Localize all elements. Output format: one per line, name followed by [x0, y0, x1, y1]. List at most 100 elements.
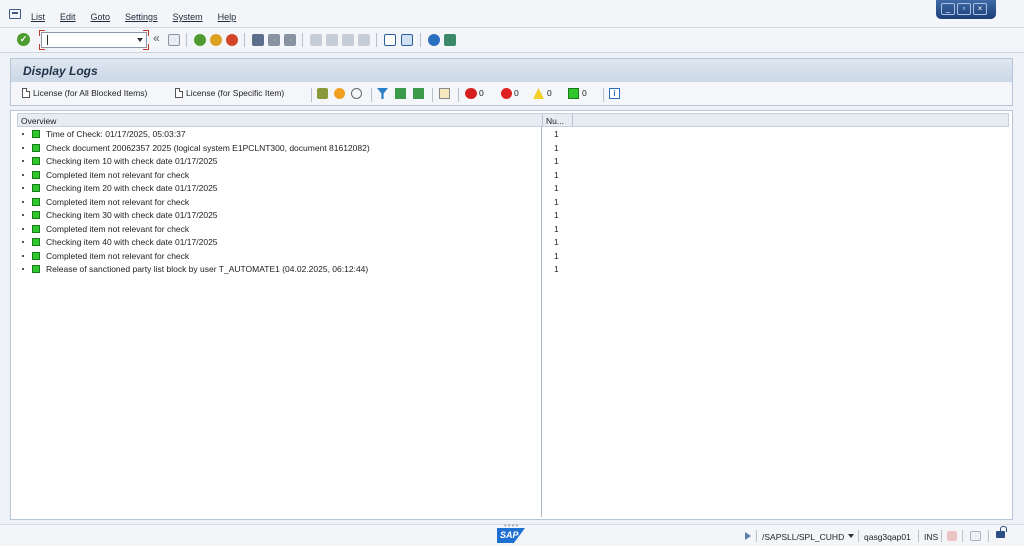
- error-icon: [501, 88, 512, 99]
- green-status-icon: [32, 170, 40, 179]
- chevron-down-icon[interactable]: [137, 38, 143, 42]
- find-icon[interactable]: [268, 34, 280, 46]
- row-text: Check document 20062357 2025 (logical sy…: [46, 142, 370, 153]
- toolbar-separator: [244, 33, 245, 47]
- help-icon[interactable]: [428, 34, 440, 46]
- filter-icon[interactable]: [377, 88, 388, 99]
- save-icon[interactable]: [168, 34, 180, 46]
- field-focus-corner: [143, 44, 149, 50]
- cancel-icon[interactable]: [226, 34, 238, 46]
- toolbar-separator: [458, 88, 459, 102]
- table-row[interactable]: Time of Check: 01/17/2025, 05:03:37 1: [19, 128, 579, 142]
- row-number: 1: [554, 129, 559, 139]
- menu-goto[interactable]: Goto: [91, 12, 111, 22]
- lock-icon[interactable]: [996, 526, 1007, 538]
- back-icon[interactable]: [194, 34, 206, 46]
- play-icon[interactable]: [745, 532, 751, 540]
- success-count: 0: [582, 88, 587, 98]
- table-row[interactable]: Checking item 20 with check date 01/17/2…: [19, 182, 579, 196]
- table-row[interactable]: Check document 20062357 2025 (logical sy…: [19, 142, 579, 156]
- row-number: 1: [554, 142, 559, 153]
- export-icon[interactable]: [439, 88, 450, 99]
- title-bar: Display Logs: [10, 58, 1013, 82]
- menu-settings[interactable]: Settings: [125, 12, 158, 22]
- customize-layout-icon[interactable]: [444, 34, 456, 46]
- row-number: 1: [554, 183, 559, 193]
- column-divider[interactable]: [572, 114, 573, 126]
- table-row[interactable]: Checking item 30 with check date 01/17/2…: [19, 209, 579, 223]
- transaction-code[interactable]: /SAPSLL/SPL_CUHD: [762, 532, 844, 542]
- info-icon[interactable]: i: [609, 88, 620, 99]
- toolbar-separator: [432, 88, 433, 102]
- column-divider[interactable]: [542, 114, 543, 126]
- page-title: Display Logs: [23, 64, 98, 78]
- menu-help[interactable]: Help: [218, 12, 237, 22]
- table-row[interactable]: Completed item not relevant for check 1: [19, 196, 579, 210]
- table-row[interactable]: Completed item not relevant for check 1: [19, 223, 579, 237]
- row-text: Checking item 30 with check date 01/17/2…: [46, 210, 218, 220]
- menu-list[interactable]: List: [31, 12, 45, 22]
- row-text: Completed item not relevant for check: [46, 223, 190, 234]
- green-status-icon: [32, 251, 40, 260]
- success-icon: [568, 88, 579, 99]
- detail-icon[interactable]: [317, 88, 328, 99]
- row-text: Completed item not relevant for check: [46, 169, 190, 180]
- shortcut-icon[interactable]: [401, 34, 413, 46]
- green-status-icon: [32, 197, 40, 206]
- bullet-icon: [22, 227, 24, 230]
- previous-page-icon[interactable]: [326, 34, 338, 46]
- field-focus-corner: [143, 30, 149, 36]
- layout-icon[interactable]: [970, 531, 981, 541]
- error-count: 0: [514, 88, 519, 98]
- bullet-icon: [22, 254, 24, 257]
- license-specific-label: License (for Specific Item): [186, 88, 285, 98]
- status-separator: [988, 530, 989, 542]
- stop-icon: [465, 88, 477, 99]
- green-status-icon: [32, 211, 40, 219]
- minimize-button[interactable]: _: [941, 3, 955, 15]
- exit-icon[interactable]: [210, 34, 222, 46]
- bullet-icon: [22, 133, 24, 135]
- column-header-overview[interactable]: Overview: [21, 116, 56, 126]
- create-session-icon[interactable]: [384, 34, 396, 46]
- close-button[interactable]: ×: [973, 3, 987, 15]
- row-text: Release of sanctioned party list block b…: [46, 264, 369, 274]
- insert-mode[interactable]: INS: [924, 532, 938, 542]
- table-row[interactable]: Checking item 40 with check date 01/17/2…: [19, 236, 579, 250]
- system-menu-icon[interactable]: [9, 9, 21, 19]
- row-text: Completed item not relevant for check: [46, 250, 190, 261]
- license-all-button[interactable]: License (for All Blocked Items): [22, 88, 147, 98]
- chevron-down-icon[interactable]: [848, 534, 854, 538]
- first-page-icon[interactable]: [310, 34, 322, 46]
- enter-icon[interactable]: ✓: [17, 33, 30, 46]
- sort-ascending-icon[interactable]: [395, 88, 406, 99]
- find-next-icon[interactable]: [284, 34, 296, 46]
- table-row[interactable]: Checking item 10 with check date 01/17/2…: [19, 155, 579, 169]
- license-specific-button[interactable]: License (for Specific Item): [175, 88, 284, 98]
- collapse-command-icon[interactable]: «: [153, 31, 160, 45]
- green-status-icon: [32, 157, 40, 165]
- menu-system[interactable]: System: [173, 12, 203, 22]
- glasses-icon[interactable]: [351, 88, 362, 99]
- question-icon[interactable]: [334, 88, 345, 99]
- table-row[interactable]: Release of sanctioned party list block b…: [19, 263, 579, 277]
- command-field[interactable]: [39, 30, 149, 50]
- last-page-icon[interactable]: [358, 34, 370, 46]
- next-page-icon[interactable]: [342, 34, 354, 46]
- green-status-icon: [32, 143, 40, 152]
- document-icon: [175, 88, 183, 98]
- status-indicator-icon: [947, 531, 957, 541]
- menu-bar: List Edit Goto Settings System Help _ ▫ …: [0, 0, 1024, 28]
- menu-items: List Edit Goto Settings System Help: [31, 12, 236, 22]
- sort-descending-icon[interactable]: [413, 88, 424, 99]
- row-number: 1: [554, 210, 559, 220]
- log-rows: Time of Check: 01/17/2025, 05:03:37 1 Che…: [19, 128, 579, 277]
- column-header-number[interactable]: Nu...: [546, 116, 564, 126]
- menu-edit[interactable]: Edit: [60, 12, 76, 22]
- toolbar-separator: [371, 88, 372, 102]
- table-row[interactable]: Completed item not relevant for check 1: [19, 169, 579, 183]
- print-icon[interactable]: [252, 34, 264, 46]
- bullet-icon: [22, 173, 24, 176]
- restore-button[interactable]: ▫: [957, 3, 971, 15]
- table-row[interactable]: Completed item not relevant for check 1: [19, 250, 579, 264]
